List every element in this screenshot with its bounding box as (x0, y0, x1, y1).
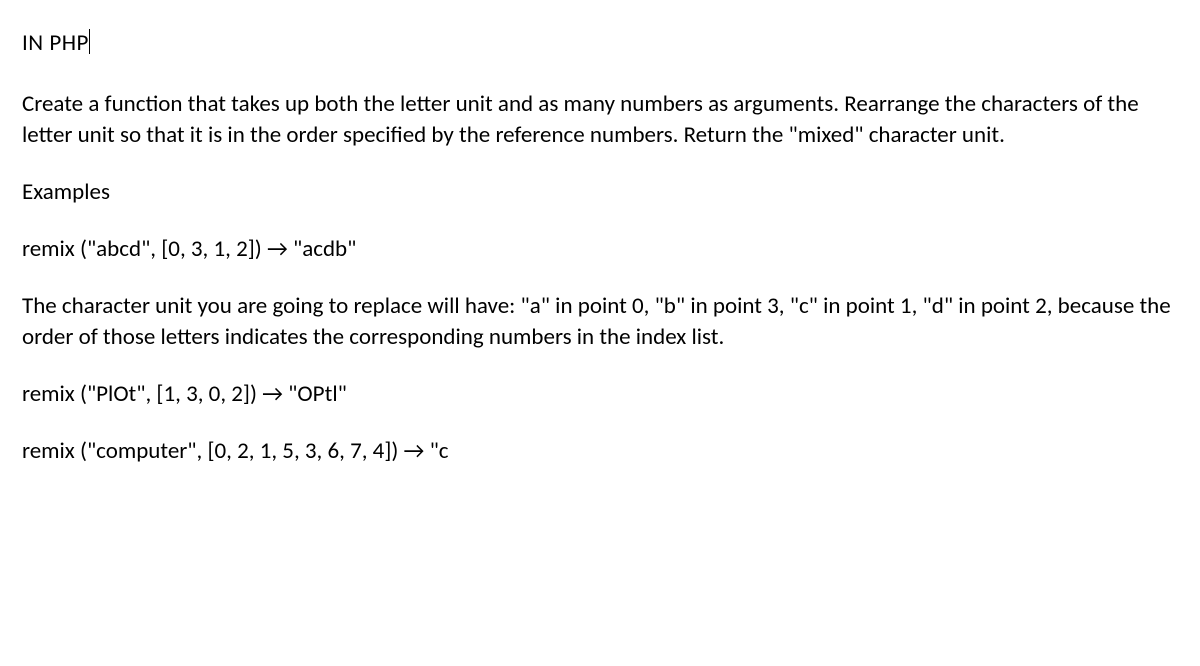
document-page: IN PHP Create a function that takes up b… (0, 0, 1200, 513)
intro-paragraph: Create a function that takes up both the… (22, 89, 1178, 151)
example-2: remix ("PlOt", [1, 3, 0, 2]) → "OPtl" (22, 379, 1178, 410)
language-heading: IN PHP (22, 28, 1178, 59)
text-cursor (89, 29, 90, 54)
example-1: remix ("abcd", [0, 3, 1, 2]) → "acdb" (22, 234, 1178, 265)
heading-text: IN PHP (22, 29, 89, 57)
explanation-paragraph: The character unit you are going to repl… (22, 291, 1178, 353)
example-3: remix ("computer", [0, 2, 1, 5, 3, 6, 7,… (22, 436, 1178, 467)
examples-heading: Examples (22, 177, 1178, 208)
